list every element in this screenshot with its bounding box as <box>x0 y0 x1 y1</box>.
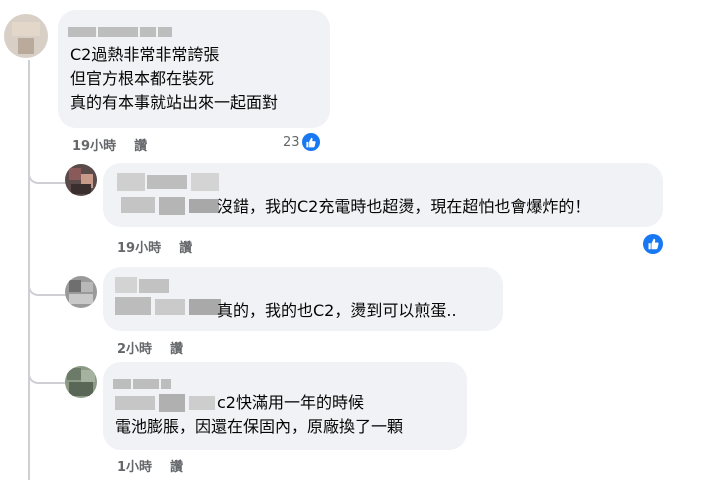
comment-text-line: 電池膨脹，因還在保固內，原廠換了一顆 <box>115 417 404 436</box>
avatar[interactable] <box>65 366 97 398</box>
comment-text-line: 但官方根本都在裝死 <box>70 69 215 88</box>
author-name-blurred[interactable] <box>113 374 173 389</box>
thread-connector-3 <box>28 368 66 384</box>
reaction-summary[interactable] <box>641 234 663 254</box>
like-button[interactable]: 讚 <box>179 241 192 256</box>
comment-text-line: 真的有本事就站出來一起面對 <box>70 93 279 112</box>
comment-meta: 2小時 讚 <box>117 338 183 357</box>
timestamp[interactable]: 19小時 <box>117 241 161 256</box>
comment-text: 沒錯，我的C2充電時也超燙，現在超怕也會爆炸的！ <box>217 197 591 216</box>
timestamp[interactable]: 2小時 <box>117 342 152 357</box>
thread-connector-2 <box>28 280 66 296</box>
comment-meta: 19小時 讚 <box>72 135 147 154</box>
avatar[interactable] <box>65 164 97 196</box>
reaction-count: 23 <box>283 134 300 150</box>
timestamp[interactable]: 1小時 <box>117 460 152 475</box>
author-name-blurred[interactable] <box>68 22 174 37</box>
comment-meta: 1小時 讚 <box>117 456 183 475</box>
comment-bubble-2: 沒錯，我的C2充電時也超燙，現在超怕也會爆炸的！ <box>103 163 663 227</box>
like-button[interactable]: 讚 <box>134 139 147 154</box>
timestamp[interactable]: 19小時 <box>72 139 116 154</box>
thread-connector-1 <box>28 168 66 184</box>
comment-bubble-4: c2快滿用一年的時候 電池膨脹，因還在保固內，原廠換了一顆 <box>103 362 467 450</box>
comment-text: 真的，我的也C2，燙到可以煎蛋.. <box>217 301 457 320</box>
author-name-blurred[interactable] <box>117 173 221 217</box>
thumbs-up-icon <box>643 234 663 254</box>
comment-bubble-1: C2過熱非常非常誇張 但官方根本都在裝死 真的有本事就站出來一起面對 <box>58 10 330 128</box>
author-name-blurred[interactable] <box>115 277 221 321</box>
comment-meta: 19小時 讚 <box>117 237 192 256</box>
comment-bubble-3: 真的，我的也C2，燙到可以煎蛋.. <box>103 267 503 331</box>
like-button[interactable]: 讚 <box>170 342 183 357</box>
avatar[interactable] <box>65 276 97 308</box>
reaction-summary[interactable]: 23 <box>283 133 320 151</box>
author-name-blurred[interactable] <box>115 394 215 412</box>
comment-text-line: c2快滿用一年的時候 <box>217 393 364 412</box>
thread-line-main <box>28 60 30 480</box>
comment-text-line: C2過熱非常非常誇張 <box>70 45 220 64</box>
like-button[interactable]: 讚 <box>170 460 183 475</box>
thumbs-up-icon <box>301 133 320 151</box>
avatar[interactable] <box>4 14 48 58</box>
